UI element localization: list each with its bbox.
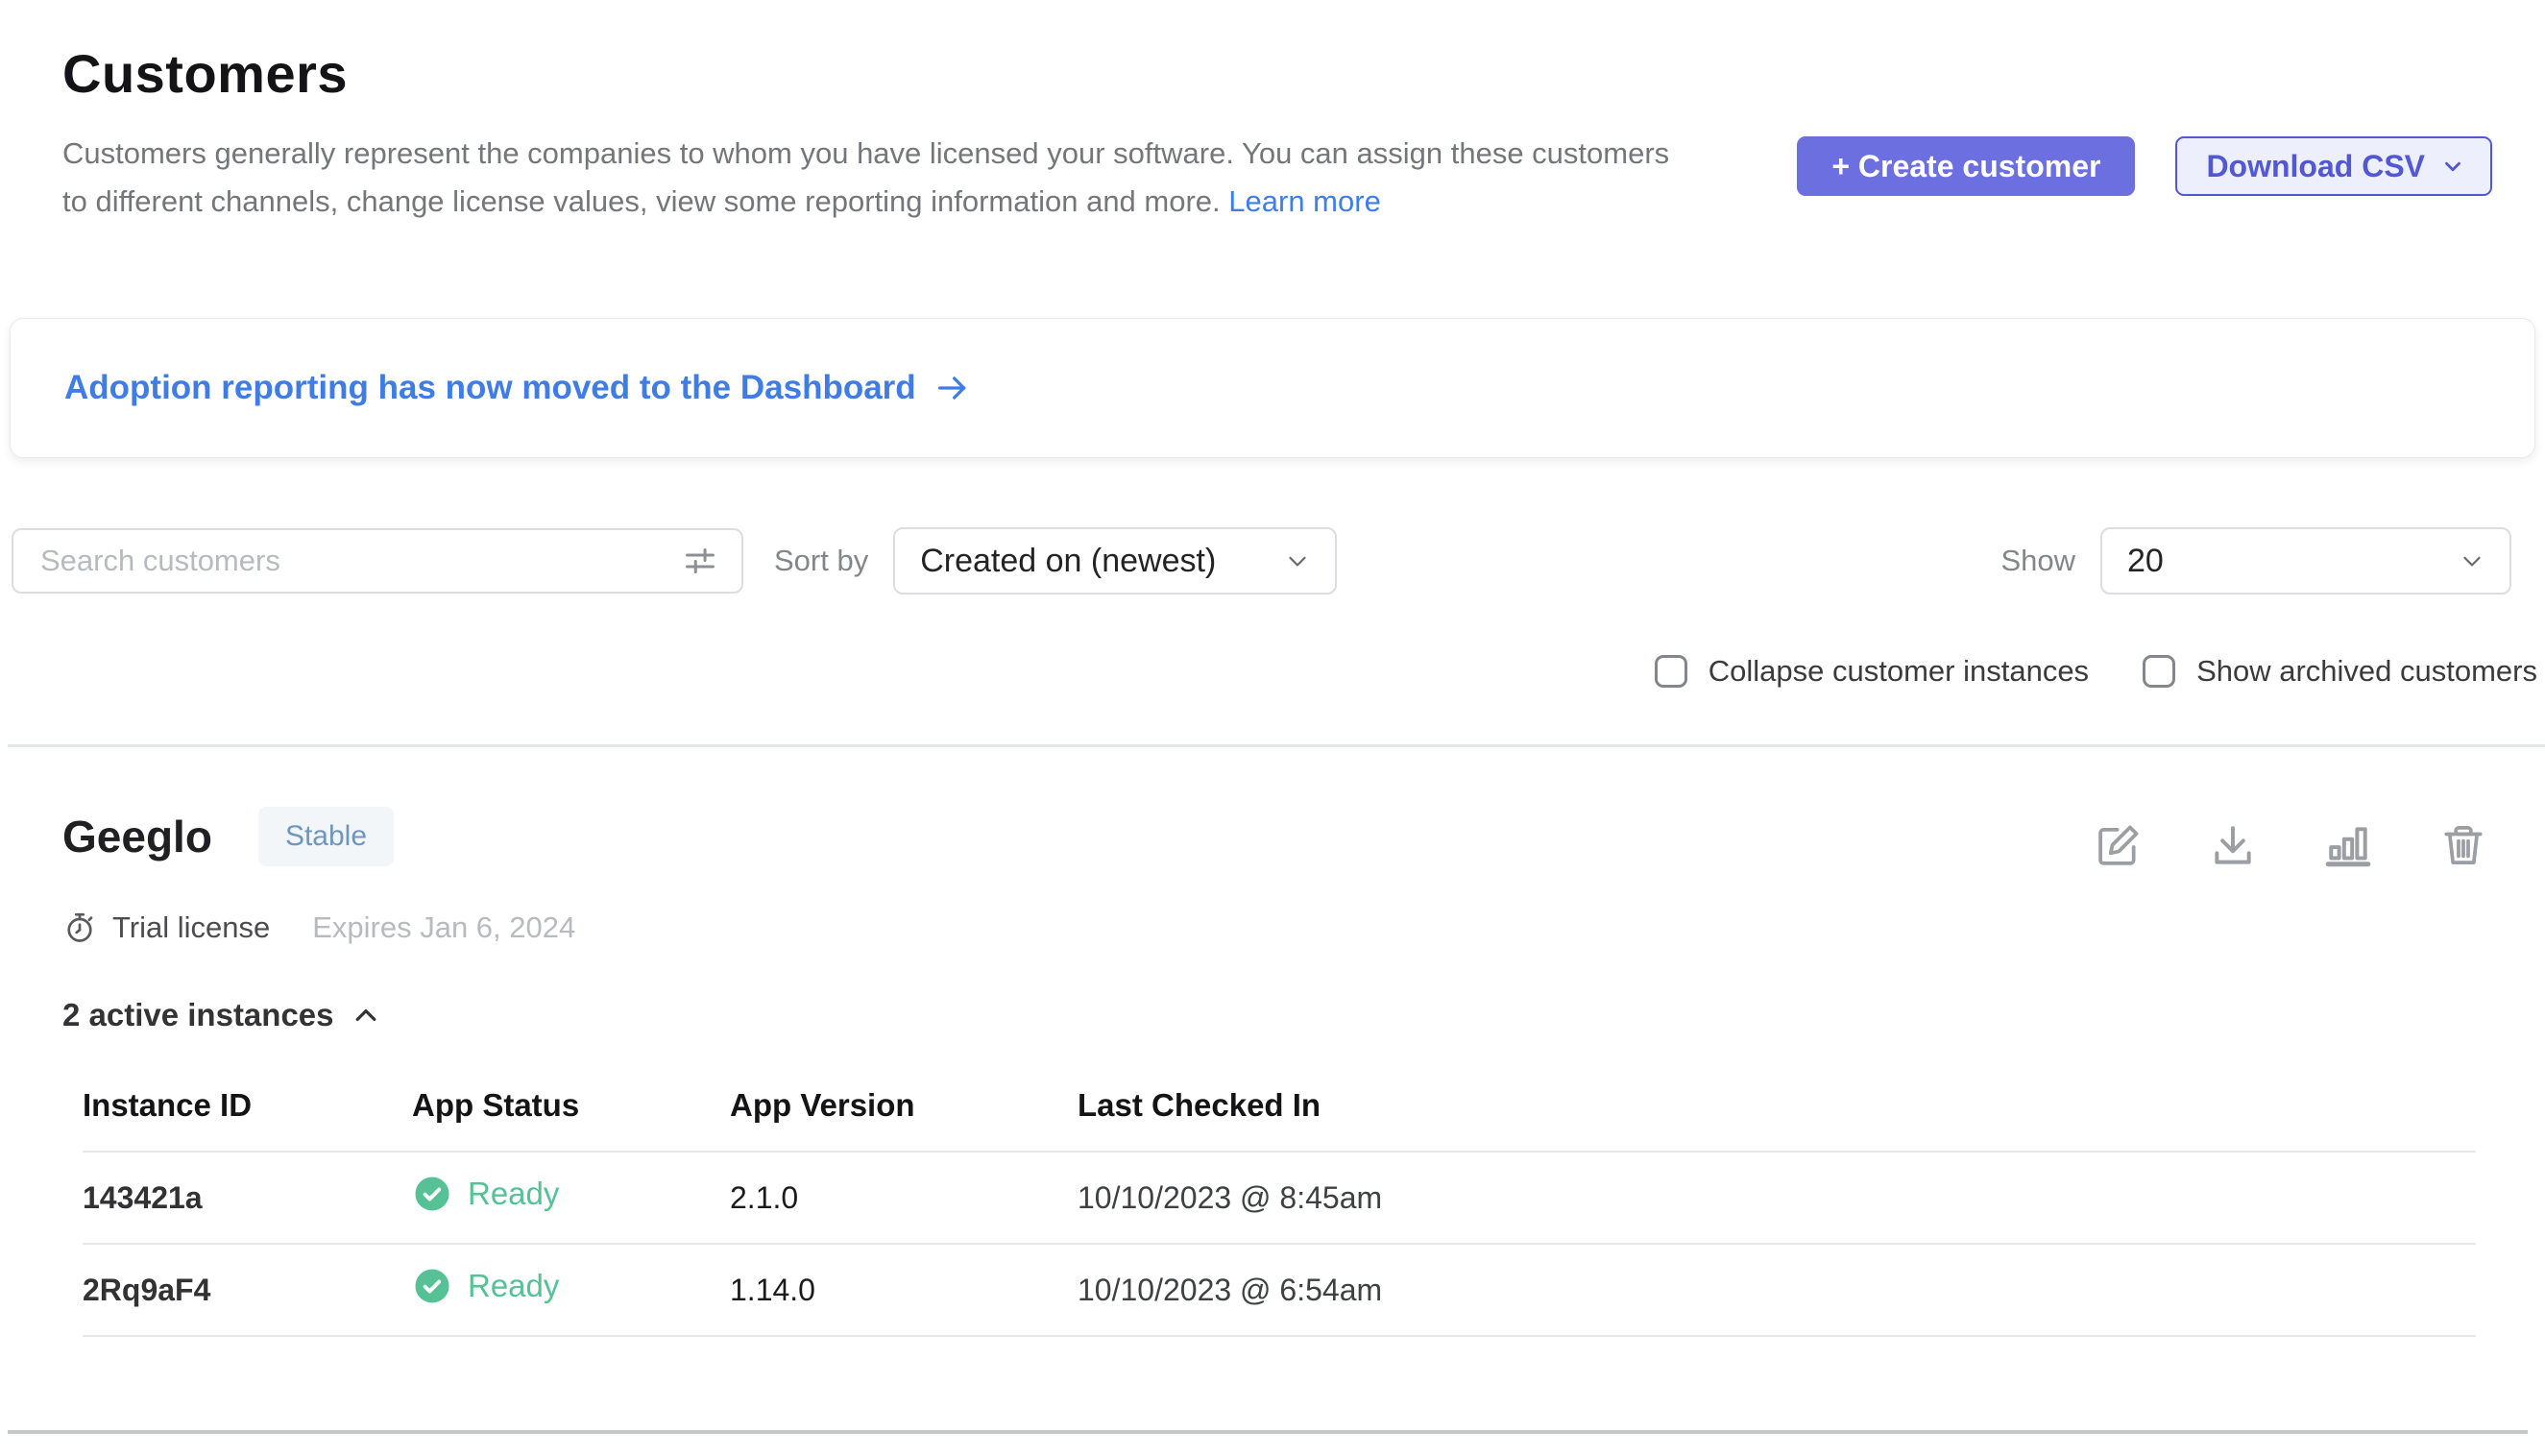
show-archived-label: Show archived customers — [2196, 654, 2537, 689]
status-badge: Ready — [412, 1174, 559, 1214]
download-csv-button[interactable]: Download CSV — [2175, 136, 2492, 196]
col-header-last-checked-in: Last Checked In — [1078, 1074, 2476, 1152]
page-header: Customers Customers generally represent … — [0, 0, 2545, 226]
create-customer-button[interactable]: + Create customer — [1797, 136, 2135, 196]
chevron-down-icon — [1283, 546, 1312, 575]
edit-customer-icon[interactable] — [2094, 822, 2142, 870]
chevron-down-icon — [2458, 546, 2486, 575]
instances-toggle[interactable]: 2 active instances — [62, 997, 380, 1033]
show-select[interactable]: 20 — [2100, 527, 2511, 595]
header-actions: + Create customer Download CSV — [1797, 136, 2492, 196]
license-row: Trial license Expires Jan 6, 2024 — [62, 910, 2487, 945]
app-version: 2.1.0 — [730, 1152, 1078, 1244]
col-header-app-status: App Status — [412, 1074, 730, 1152]
customer-card-header: Geeglo Stable — [62, 807, 2487, 870]
status-badge: Ready — [412, 1266, 559, 1306]
bar-chart-icon[interactable] — [2324, 822, 2372, 870]
delete-customer-icon[interactable] — [2439, 822, 2487, 870]
show-archived-checkbox[interactable] — [2143, 655, 2175, 688]
collapse-instances-option: Collapse customer instances — [1655, 654, 2089, 689]
sort-select-value: Created on (newest) — [920, 543, 1216, 580]
license-type: Trial license — [62, 910, 270, 945]
instance-id: 143421a — [83, 1152, 412, 1244]
customer-actions — [2094, 822, 2487, 870]
sort-select[interactable]: Created on (newest) — [893, 527, 1337, 595]
customer-card: Geeglo Stable Trial license Expires Jan … — [0, 747, 2545, 1337]
adoption-reporting-text: Adoption reporting has now moved to the … — [64, 369, 916, 407]
search-input[interactable] — [40, 544, 682, 578]
download-license-icon[interactable] — [2209, 822, 2257, 870]
table-row: 2Rq9aF4 Ready 1.14.0 10/10/2023 @ 6:54am — [83, 1244, 2476, 1336]
customer-name[interactable]: Geeglo — [62, 811, 212, 862]
page-bottom-divider — [8, 1430, 2528, 1434]
last-checked-in: 10/10/2023 @ 6:54am — [1078, 1244, 2476, 1336]
arrow-right-icon — [933, 369, 972, 407]
status-label: Ready — [468, 1176, 559, 1212]
collapse-instances-checkbox[interactable] — [1655, 655, 1687, 688]
learn-more-link[interactable]: Learn more — [1228, 184, 1381, 218]
license-type-label: Trial license — [112, 910, 270, 945]
col-header-app-version: App Version — [730, 1074, 1078, 1152]
sort-by-label: Sort by — [774, 544, 868, 578]
col-header-instance-id: Instance ID — [83, 1074, 412, 1152]
show-archived-option: Show archived customers — [2143, 654, 2537, 689]
adoption-reporting-link[interactable]: Adoption reporting has now moved to the … — [64, 369, 972, 407]
last-checked-in: 10/10/2023 @ 8:45am — [1078, 1152, 2476, 1244]
customer-title-wrap: Geeglo Stable — [62, 807, 394, 866]
app-version: 1.14.0 — [730, 1244, 1078, 1336]
table-row: 143421a Ready 2.1.0 10/10/2023 @ 8:45am — [83, 1152, 2476, 1244]
page-description-text: Customers generally represent the compan… — [62, 136, 1669, 218]
check-circle-icon — [412, 1174, 452, 1214]
channel-badge: Stable — [258, 807, 394, 866]
chevron-down-icon — [2440, 154, 2465, 179]
collapse-instances-label: Collapse customer instances — [1709, 654, 2089, 689]
instances-table: Instance ID App Status App Version Last … — [83, 1074, 2476, 1337]
instance-id: 2Rq9aF4 — [83, 1244, 412, 1336]
stopwatch-icon — [62, 910, 97, 945]
chevron-up-icon — [351, 1001, 380, 1030]
filter-sliders-icon[interactable] — [682, 543, 718, 579]
search-box — [12, 528, 743, 594]
check-circle-icon — [412, 1266, 452, 1306]
list-filters: Collapse customer instances Show archive… — [0, 654, 2537, 689]
instances-toggle-label: 2 active instances — [62, 997, 334, 1033]
download-csv-label: Download CSV — [2206, 149, 2425, 184]
page-description: Customers generally represent the compan… — [62, 130, 1695, 226]
show-label: Show — [2000, 544, 2075, 578]
list-controls: Sort by Created on (newest) Show 20 — [12, 527, 2511, 595]
show-select-value: 20 — [2127, 543, 2164, 580]
adoption-reporting-banner: Adoption reporting has now moved to the … — [10, 318, 2535, 458]
header-text-block: Customers Customers generally represent … — [62, 42, 1695, 226]
status-label: Ready — [468, 1268, 559, 1304]
instances-table-header-row: Instance ID App Status App Version Last … — [83, 1074, 2476, 1152]
license-expiry: Expires Jan 6, 2024 — [312, 910, 575, 945]
page-title: Customers — [62, 42, 1695, 105]
